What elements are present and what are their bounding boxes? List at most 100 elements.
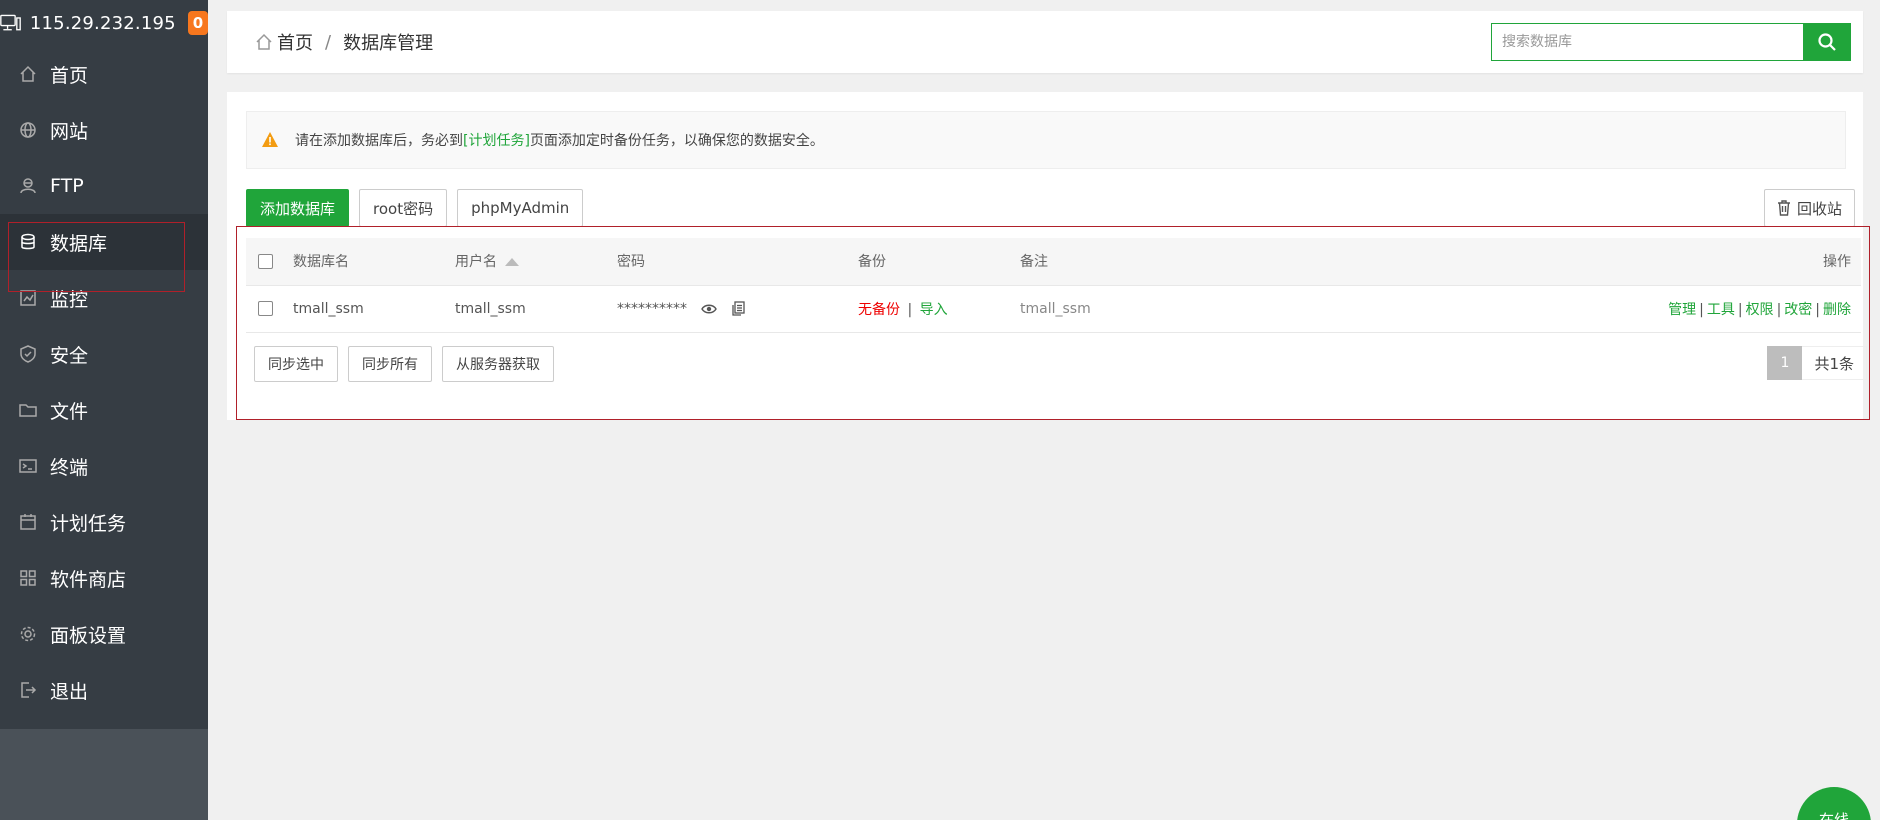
sidebar-item-label: 面板设置 — [50, 624, 127, 647]
db-name-cell: tmall_ssm — [293, 300, 364, 317]
sidebar-item-label: 安全 — [50, 344, 89, 367]
notice-suffix: 页面添加定时备份任务，以确保您的数据安全。 — [529, 133, 824, 149]
ops-cell: 管理 | 工具 | 权限 | 改密 | 删除 — [1520, 285, 1861, 332]
separator: | — [1737, 301, 1743, 318]
root-password-button[interactable]: root密码 — [359, 189, 448, 227]
message-badge[interactable]: 0 — [187, 11, 208, 35]
table-header-row: 数据库名 用户名 密码 备份 备注 操作 — [246, 238, 1861, 285]
password-cell: ********** — [617, 285, 858, 332]
sidebar-item-store[interactable]: 软件商店 — [0, 550, 208, 606]
folder-icon — [18, 400, 38, 420]
eye-icon[interactable] — [701, 303, 718, 315]
monitor-icon — [18, 288, 38, 308]
table-footer-actions: 同步选中 同步所有 从服务器获取 — [254, 346, 564, 382]
sidebar-item-settings[interactable]: 面板设置 — [0, 606, 208, 662]
add-database-button[interactable]: 添加数据库 — [246, 189, 350, 227]
copy-icon[interactable] — [732, 301, 745, 316]
sidebar-header: 115.29.232.195 0 — [0, 0, 208, 46]
sidebar-item-logout[interactable]: 退出 — [0, 662, 208, 718]
pagination: 1 共1条 — [1767, 346, 1867, 380]
search-input[interactable] — [1491, 23, 1803, 61]
search-button[interactable] — [1803, 23, 1851, 61]
logout-icon — [18, 680, 38, 700]
tools-link[interactable]: 工具 — [1707, 302, 1735, 318]
header-username-label: 用户名 — [455, 254, 497, 271]
sidebar-item-website[interactable]: 网站 — [0, 102, 208, 158]
trash-icon — [1777, 200, 1790, 216]
backup-notice: 请在添加数据库后，务必到 [计划任务] 页面添加定时备份任务，以确保您的数据安全。 — [246, 111, 1846, 169]
shield-icon — [18, 344, 38, 364]
delete-link[interactable]: 删除 — [1823, 302, 1851, 318]
sidebar-item-label: 网站 — [50, 120, 89, 143]
calendar-icon — [18, 512, 38, 532]
sort-asc-icon[interactable] — [505, 258, 519, 267]
username-cell: tmall_ssm — [455, 300, 526, 317]
header-ops: 操作 — [1823, 254, 1851, 271]
home-icon[interactable] — [255, 33, 273, 51]
separator: | — [907, 301, 913, 318]
sidebar-item-label: 监控 — [50, 288, 89, 311]
warning-icon — [262, 132, 278, 147]
database-icon — [18, 232, 38, 252]
sidebar-item-database[interactable]: 数据库 — [0, 214, 208, 270]
sidebar-item-cron[interactable]: 计划任务 — [0, 494, 208, 550]
row-checkbox[interactable] — [258, 301, 273, 316]
note-cell[interactable]: tmall_ssm — [1020, 285, 1520, 332]
sidebar-item-ftp[interactable]: FTP — [0, 158, 208, 214]
header-username[interactable]: 用户名 — [455, 238, 617, 285]
backup-cell: 无备份 | 导入 — [858, 285, 1020, 332]
separator: | — [1776, 301, 1782, 318]
permission-link[interactable]: 权限 — [1746, 302, 1774, 318]
breadcrumb: 首页 / 数据库管理 — [255, 29, 433, 55]
header-password: 密码 — [617, 254, 645, 271]
backup-status[interactable]: 无备份 — [858, 302, 900, 318]
fetch-from-server-button[interactable]: 从服务器获取 — [442, 346, 554, 382]
manage-link[interactable]: 管理 — [1668, 302, 1696, 318]
select-all-checkbox[interactable] — [258, 253, 273, 269]
home-icon — [18, 64, 38, 84]
sidebar-item-terminal[interactable]: 终端 — [0, 438, 208, 494]
breadcrumb-separator: / — [325, 31, 332, 53]
total-count: 共1条 — [1802, 346, 1867, 380]
notice-prefix: 请在添加数据库后，务必到 — [295, 133, 463, 149]
sidebar-item-home[interactable]: 首页 — [0, 46, 208, 102]
import-link[interactable]: 导入 — [920, 302, 948, 318]
globe-icon — [18, 120, 38, 140]
recycle-bin-button[interactable]: 回收站 — [1763, 189, 1855, 227]
recycle-bin-label: 回收站 — [1796, 200, 1842, 218]
sync-selected-button[interactable]: 同步选中 — [254, 346, 338, 382]
sidebar: 115.29.232.195 0 首页 网站 FTP 数据库 监控 安全 文件 … — [0, 0, 208, 820]
database-table-container: 数据库名 用户名 密码 备份 备注 操作 tmall_ssm tmall_ssm… — [236, 226, 1870, 420]
breadcrumb-current: 数据库管理 — [343, 33, 434, 54]
header-db-name[interactable]: 数据库名 — [293, 238, 455, 285]
main-panel: 请在添加数据库后，务必到 [计划任务] 页面添加定时备份任务，以确保您的数据安全。 … — [227, 92, 1870, 420]
server-icon — [0, 14, 21, 31]
sidebar-item-label: 退出 — [50, 680, 89, 703]
change-password-link[interactable]: 改密 — [1784, 302, 1812, 318]
password-mask: ********** — [617, 300, 687, 317]
sidebar-item-files[interactable]: 文件 — [0, 382, 208, 438]
top-bar: 首页 / 数据库管理 — [227, 11, 1863, 73]
page-number-current[interactable]: 1 — [1767, 346, 1803, 380]
phpmyadmin-button[interactable]: phpMyAdmin — [457, 189, 584, 227]
sidebar-item-security[interactable]: 安全 — [0, 326, 208, 382]
separator: | — [1815, 301, 1820, 318]
sidebar-item-label: 终端 — [50, 456, 89, 479]
ftp-icon — [18, 176, 38, 196]
table-row: tmall_ssm tmall_ssm ********** 无备份 | 导入 … — [246, 285, 1861, 332]
sidebar-item-label: 数据库 — [50, 232, 108, 255]
cron-link[interactable]: [计划任务] — [463, 130, 530, 150]
sidebar-item-label: 文件 — [50, 400, 89, 423]
gear-icon — [18, 624, 38, 644]
breadcrumb-home[interactable]: 首页 — [277, 29, 313, 55]
terminal-icon — [18, 456, 38, 476]
search-box — [1491, 23, 1851, 61]
online-service-button[interactable]: 在线 — [1797, 787, 1871, 820]
sidebar-item-label: 计划任务 — [50, 512, 127, 535]
apps-icon — [18, 568, 38, 588]
database-table: 数据库名 用户名 密码 备份 备注 操作 tmall_ssm tmall_ssm… — [246, 238, 1861, 333]
sidebar-menu: 首页 网站 FTP 数据库 监控 安全 文件 终端 计划任务 软件商店 面板设置… — [0, 46, 208, 718]
sync-all-button[interactable]: 同步所有 — [348, 346, 432, 382]
sidebar-item-label: 软件商店 — [50, 568, 127, 591]
sidebar-item-monitor[interactable]: 监控 — [0, 270, 208, 326]
